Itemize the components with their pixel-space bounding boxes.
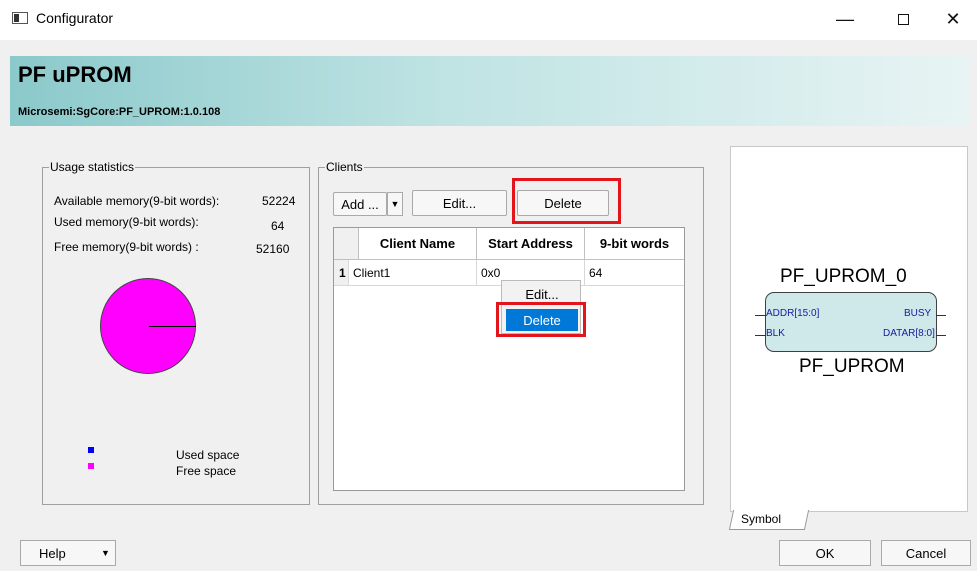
window-title: Configurator [36,10,114,26]
cancel-button[interactable]: Cancel [881,540,971,566]
used-memory-value: 64 [271,219,285,233]
free-memory-value: 52160 [256,242,290,256]
core-vlnv: Microsemi:SgCore:PF_UPROM:1.0.108 [18,106,221,118]
used-memory-label: Used memory(9-bit words): [54,215,199,229]
ok-button[interactable]: OK [779,540,871,566]
free-space-swatch [88,463,94,469]
clients-legend: Clients [326,160,363,174]
used-space-swatch [88,447,94,453]
pie-used-slice [149,326,196,327]
col-9bit-words[interactable]: 9-bit words [585,228,684,260]
edit-client-button[interactable]: Edit... [412,190,507,216]
maximize-icon [897,13,909,25]
pin-blk-label: BLK [766,328,785,339]
pin-datar-label: DATAR[8:0] [883,328,935,339]
help-button[interactable]: Help ▼ [20,540,116,566]
app-icon [12,12,28,24]
usage-pie-chart [100,278,196,374]
clients-table[interactable]: Client Name Start Address 9-bit words 1 … [333,227,685,491]
available-memory-label: Available memory(9-bit words): [54,194,220,208]
chevron-down-icon: ▼ [390,199,400,209]
free-space-legend: Free space [176,464,237,478]
add-client-button[interactable]: Add ... [333,192,387,216]
col-client-name[interactable]: Client Name [359,228,477,260]
add-dropdown-arrow[interactable]: ▼ [387,192,403,216]
pin-addr-line [755,315,766,316]
minimize-button[interactable]: — [822,4,868,34]
available-memory-value: 52224 [262,194,296,208]
pin-busy-line [936,315,946,316]
usage-statistics-legend: Usage statistics [50,160,135,174]
close-button[interactable]: ✕ [930,4,976,34]
pin-addr-label: ADDR[15:0] [766,308,820,319]
pin-blk-line [755,335,766,336]
symbol-instance-name: PF_UPROM_0 [780,266,907,287]
symbol-body [765,292,937,352]
col-start-address[interactable]: Start Address [477,228,585,260]
cell-client-name[interactable]: Client1 [349,260,477,286]
help-label: Help [39,545,66,561]
chevron-down-icon: ▼ [101,548,110,558]
pin-datar-line [936,335,946,336]
maximize-button[interactable] [880,4,926,34]
context-delete-highlight [496,302,586,337]
core-header: PF uPROM Microsemi:SgCore:PF_UPROM:1.0.1… [10,56,969,126]
pin-busy-label: BUSY [904,308,932,319]
cell-9bit-words[interactable]: 64 [585,260,684,286]
free-memory-label: Free memory(9-bit words) : [54,240,199,254]
row-header-corner [334,228,359,260]
delete-button-highlight [512,178,621,224]
symbol-type-name: PF_UPROM [799,356,905,377]
row-index: 1 [334,260,349,286]
title-bar: Configurator — ✕ [0,0,977,40]
core-title: PF uPROM [18,62,132,87]
symbol-tab-label: Symbol [741,512,782,526]
used-space-legend: Used space [176,448,240,462]
